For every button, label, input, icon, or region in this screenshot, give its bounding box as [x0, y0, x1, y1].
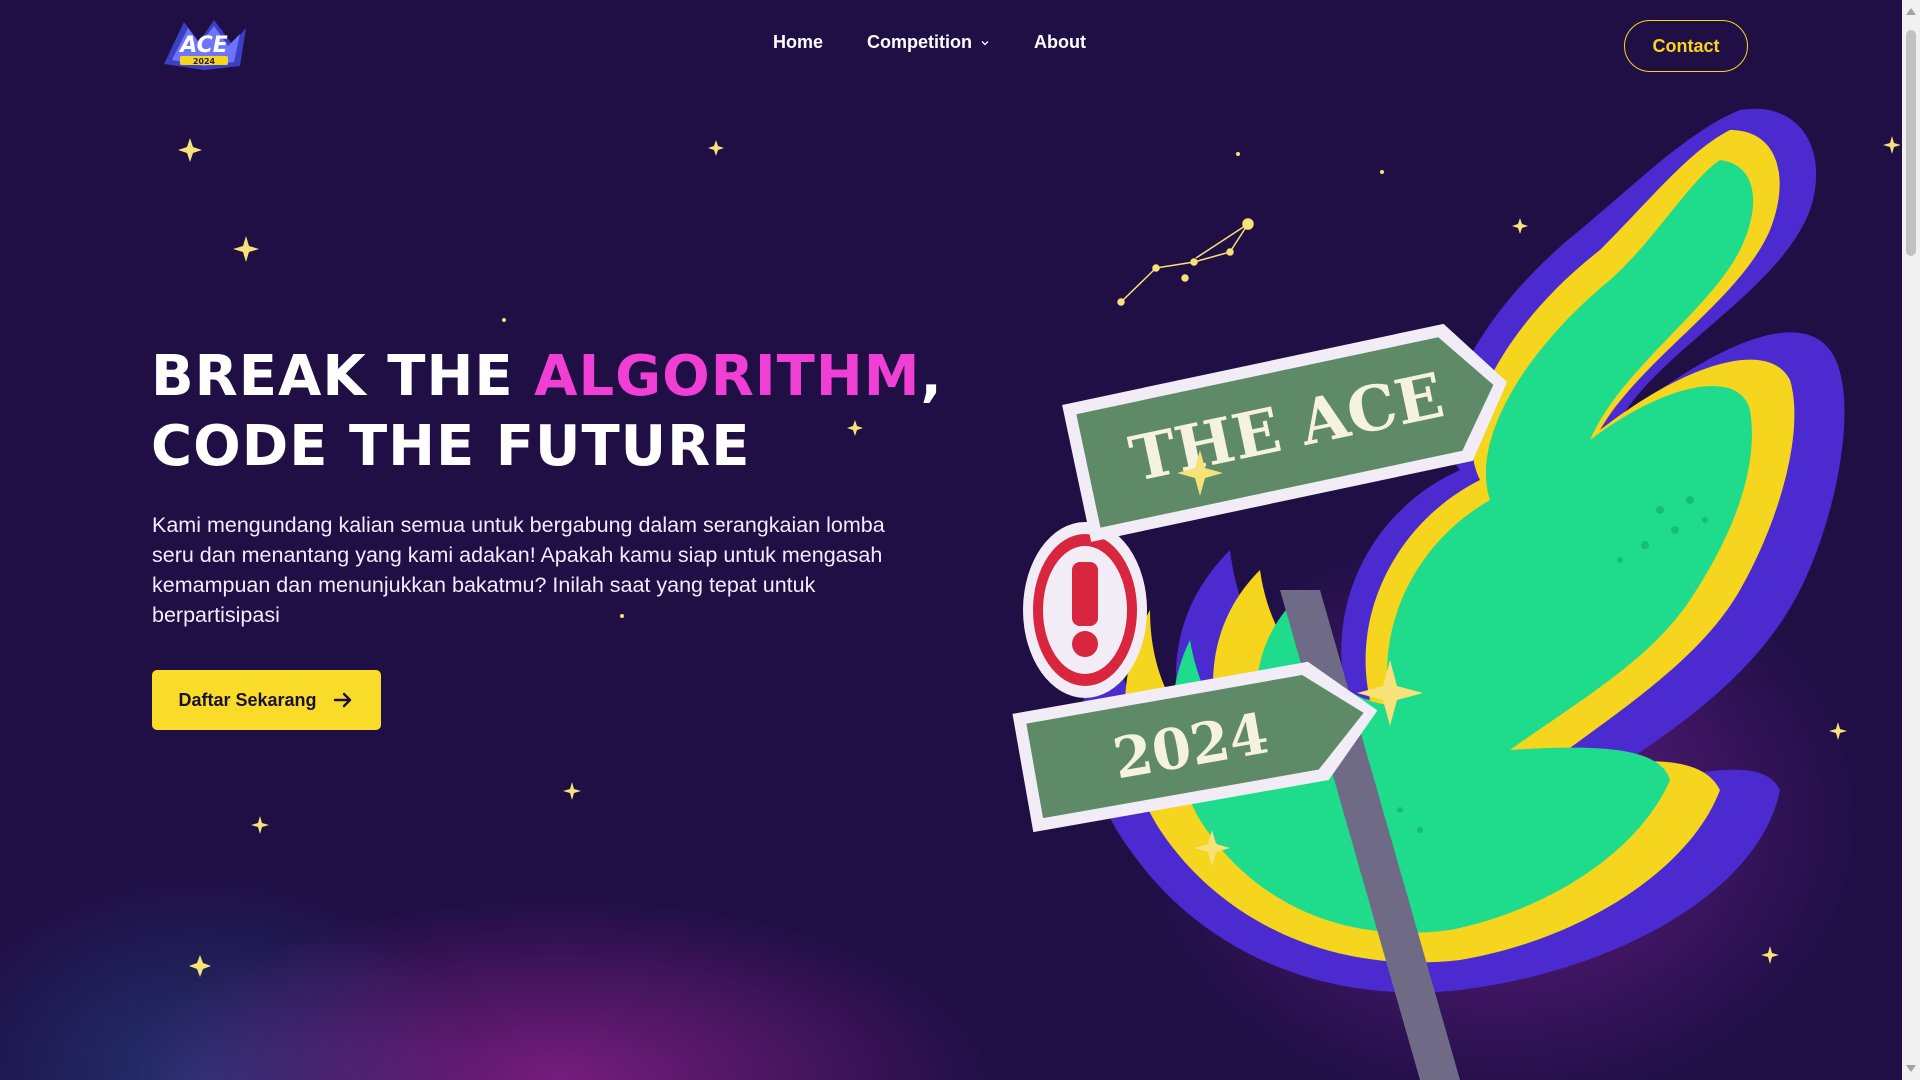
arrow-right-icon — [333, 692, 351, 708]
contact-button[interactable]: Contact — [1624, 20, 1748, 72]
register-button-label: Daftar Sekarang — [178, 689, 317, 710]
hero-illustration: THE ACE 2024 — [1012, 108, 1845, 1080]
page-scrollbar[interactable] — [1902, 0, 1920, 1080]
scroll-down-icon[interactable] — [1906, 1065, 1916, 1072]
menu-item-label: About — [1034, 32, 1086, 52]
main-menu: Home Competition About — [773, 32, 1086, 53]
exclamation-icon — [1072, 562, 1098, 657]
menu-item-about[interactable]: About — [1034, 32, 1086, 53]
menu-item-label: Competition — [867, 32, 973, 52]
menu-item-label: Home — [773, 32, 824, 52]
svg-text:2024: 2024 — [193, 57, 216, 66]
navbar: ACE 2024 Home Competition About Contact — [0, 0, 1900, 92]
logo[interactable]: ACE 2024 — [154, 14, 254, 74]
page: ACE 2024 Home Competition About Contact … — [0, 0, 1900, 1080]
ace-logo-icon: ACE 2024 — [164, 20, 246, 70]
scroll-thumb[interactable] — [1906, 30, 1916, 256]
register-button[interactable]: Daftar Sekarang — [152, 670, 381, 730]
headline-accent: Algorithm — [534, 344, 921, 409]
headline-line2: Code the Future — [151, 414, 751, 479]
chevron-down-icon — [981, 40, 989, 45]
menu-item-competition[interactable]: Competition — [867, 32, 990, 53]
svg-text:ACE: ACE — [178, 33, 228, 58]
hero-description: Kami mengundang kalian semua untuk berga… — [152, 513, 885, 627]
menu-item-home[interactable]: Home — [773, 32, 823, 53]
headline-part1: Break the — [151, 344, 535, 409]
scroll-up-icon[interactable] — [1906, 8, 1916, 15]
